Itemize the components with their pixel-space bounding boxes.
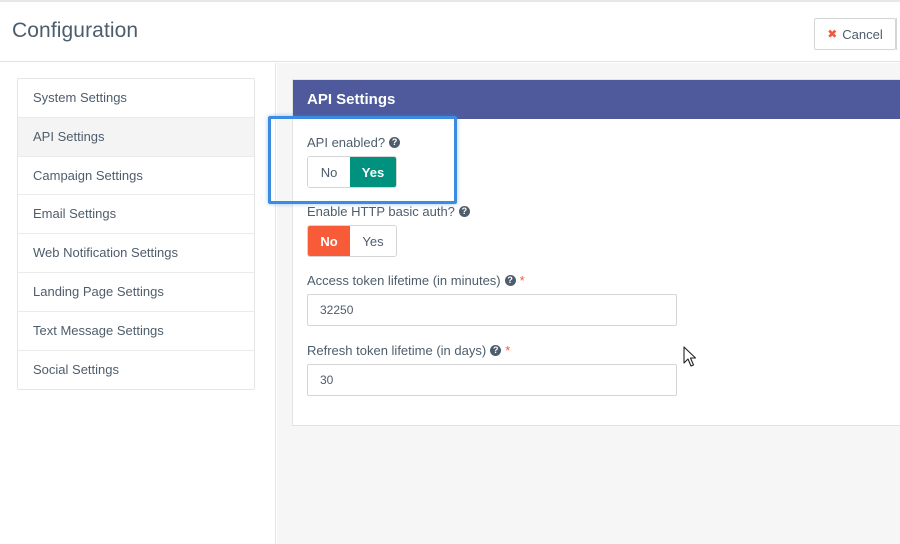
- question-circle-icon[interactable]: ?: [490, 345, 502, 356]
- question-circle-icon[interactable]: ?: [389, 137, 401, 148]
- refresh-token-label: Refresh token lifetime (in days) ? *: [307, 343, 510, 358]
- api-enabled-toggle: No Yes: [307, 156, 397, 188]
- panel-title: API Settings: [293, 80, 900, 119]
- http-basic-auth-toggle: No Yes: [307, 225, 397, 257]
- api-enabled-no-option[interactable]: No: [308, 157, 350, 187]
- api-enabled-yes-option[interactable]: Yes: [350, 157, 396, 187]
- mouse-pointer-icon: [683, 346, 697, 367]
- http-basic-auth-label-text: Enable HTTP basic auth?: [307, 204, 455, 219]
- http-basic-auth-yes-option[interactable]: Yes: [350, 226, 396, 256]
- question-circle-icon[interactable]: ?: [504, 275, 516, 286]
- page-title: Configuration: [12, 19, 139, 42]
- api-enabled-label-text: API enabled?: [307, 135, 386, 150]
- close-icon: ✖: [827, 27, 838, 41]
- settings-menu: System Settings API Settings Campaign Se…: [17, 78, 255, 391]
- api-enabled-label: API enabled? ?: [307, 135, 401, 150]
- refresh-token-label-text: Refresh token lifetime (in days): [307, 343, 487, 358]
- sidebar-item-landing-page-settings[interactable]: Landing Page Settings: [18, 273, 254, 312]
- sidebar-item-api-settings[interactable]: API Settings: [18, 117, 254, 157]
- sidebar-item-text-message-settings[interactable]: Text Message Settings: [18, 312, 254, 351]
- required-mark: *: [519, 273, 525, 288]
- access-token-label: Access token lifetime (in minutes) ? *: [307, 273, 525, 288]
- sidebar-item-social-settings[interactable]: Social Settings: [18, 351, 254, 390]
- http-basic-auth-no-option[interactable]: No: [308, 226, 350, 256]
- required-mark: *: [505, 343, 511, 358]
- sidebar-item-campaign-settings[interactable]: Campaign Settings: [18, 157, 254, 196]
- http-basic-auth-label: Enable HTTP basic auth? ?: [307, 204, 470, 219]
- cancel-button-label: Cancel: [842, 26, 883, 42]
- sidebar-item-web-notification-settings[interactable]: Web Notification Settings: [18, 234, 254, 273]
- sidebar-item-system-settings[interactable]: System Settings: [18, 79, 254, 118]
- page-header: Configuration ✖ Cancel: [0, 0, 900, 62]
- header-button-edge: [896, 18, 900, 50]
- access-token-lifetime-input[interactable]: [307, 294, 677, 326]
- access-token-label-text: Access token lifetime (in minutes): [307, 273, 501, 288]
- sidebar-item-email-settings[interactable]: Email Settings: [18, 195, 254, 235]
- question-circle-icon[interactable]: ?: [458, 206, 470, 217]
- refresh-token-lifetime-input[interactable]: [307, 364, 677, 396]
- cancel-button[interactable]: ✖ Cancel: [814, 18, 896, 50]
